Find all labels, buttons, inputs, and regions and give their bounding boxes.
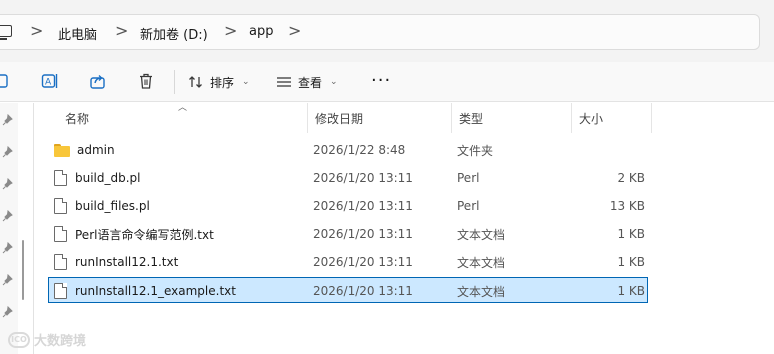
file-row[interactable]: Perl语言命令编写范例.txt 2026/1/20 13:11 文本文档 1 KB [48, 221, 648, 247]
sort-button[interactable]: 排序 ⌄ [188, 71, 250, 93]
this-pc-icon[interactable] [0, 25, 12, 40]
file-date-modified: 2026/1/20 13:11 [313, 227, 413, 241]
file-row-selected[interactable]: runInstall12.1_example.txt 2026/1/20 13:1… [48, 277, 648, 303]
address-bar-area: > 此电脑 > 新加卷 (D:) > app > [0, 0, 774, 62]
file-name: runInstall12.1.txt [75, 255, 179, 269]
column-header: ︿ 名称 修改日期 类型 大小 [48, 103, 652, 133]
file-name: runInstall12.1_example.txt [75, 284, 236, 298]
breadcrumb-separator-icon[interactable]: > [288, 21, 301, 40]
file-date-modified: 2026/1/20 13:11 [313, 199, 413, 213]
file-size: 13 KB [609, 199, 645, 213]
chevron-down-icon: ⌄ [330, 77, 338, 87]
file-name-cell[interactable]: build_db.pl [54, 165, 304, 191]
file-icon [54, 283, 67, 299]
folder-icon [54, 143, 70, 157]
file-date-modified: 2026/1/20 13:11 [313, 284, 413, 298]
file-row[interactable]: runInstall12.1.txt 2026/1/20 13:11 文本文档 1 K… [48, 249, 648, 275]
file-name: admin [77, 143, 115, 157]
file-name-cell[interactable]: runInstall12.1_example.txt [54, 278, 304, 304]
file-size: 2 KB [617, 171, 645, 185]
pin-icon[interactable] [2, 146, 14, 158]
file-size [573, 137, 645, 163]
breadcrumb-separator-icon[interactable]: > [30, 21, 43, 40]
breadcrumb-separator-icon[interactable]: > [115, 21, 128, 40]
navigation-pane [0, 103, 18, 354]
file-name-cell[interactable]: runInstall12.1.txt [54, 249, 304, 275]
file-date-modified: 2026/1/22 8:48 [313, 143, 406, 157]
column-type[interactable]: 类型 [452, 103, 572, 133]
breadcrumb-separator-icon[interactable]: > [224, 21, 237, 40]
chevron-down-icon: ⌄ [242, 77, 250, 87]
sort-label: 排序 [210, 75, 235, 90]
pin-icon[interactable] [2, 274, 14, 286]
file-type: Perl [457, 199, 480, 213]
toolbar-divider [174, 70, 175, 94]
watermark-logo: ICO [8, 331, 30, 348]
share-icon[interactable] [89, 72, 107, 90]
file-name: build_files.pl [75, 199, 150, 213]
delete-icon[interactable] [137, 72, 155, 90]
file-icon [54, 254, 67, 270]
file-name: build_db.pl [75, 171, 141, 185]
address-bar[interactable]: > 此电脑 > 新加卷 (D:) > app > [0, 14, 760, 50]
file-icon [54, 226, 67, 242]
column-name[interactable]: 名称 [58, 103, 308, 133]
file-date-modified: 2026/1/20 13:11 [313, 255, 413, 269]
file-name: Perl语言命令编写范例.txt [75, 227, 214, 242]
file-row[interactable]: build_db.pl 2026/1/20 13:11 Perl 2 KB [48, 165, 648, 191]
watermark-text: 大数跨境 [34, 334, 87, 349]
column-size[interactable]: 大小 [572, 103, 652, 133]
file-name-cell[interactable]: admin [54, 137, 304, 163]
file-row[interactable]: admin 2026/1/22 8:48 文件夹 [48, 137, 648, 163]
copy-icon[interactable] [0, 72, 12, 90]
breadcrumb-this-pc[interactable]: 此电脑 [58, 24, 97, 43]
file-type: 文件夹 [457, 143, 494, 158]
column-date-modified[interactable]: 修改日期 [308, 103, 452, 133]
file-type: 文本文档 [457, 284, 506, 299]
file-row[interactable]: build_files.pl 2026/1/20 13:11 Perl 13 KB [48, 193, 648, 219]
more-options-icon[interactable]: ··· [371, 70, 391, 91]
pane-separator [33, 103, 34, 354]
file-type: Perl [457, 171, 480, 185]
breadcrumb-app[interactable]: app [249, 24, 273, 39]
view-button[interactable]: 查看 ⌄ [276, 71, 338, 93]
pin-icon[interactable] [2, 306, 14, 318]
breadcrumb-drive-d[interactable]: 新加卷 (D:) [140, 24, 208, 43]
file-name-cell[interactable]: Perl语言命令编写范例.txt [54, 221, 304, 247]
pin-icon[interactable] [2, 210, 14, 222]
watermark: ICO 大数跨境 [8, 330, 86, 349]
pin-icon[interactable] [2, 178, 14, 190]
command-bar: A 排序 ⌄ 查看 ⌄ ··· [0, 62, 774, 102]
sort-icon [189, 76, 202, 88]
file-size: 1 KB [617, 284, 645, 298]
file-icon [54, 198, 67, 214]
pin-icon[interactable] [2, 114, 14, 126]
pane-resize-handle[interactable] [22, 240, 24, 300]
rename-icon[interactable]: A [41, 72, 59, 90]
view-label: 查看 [298, 75, 323, 90]
file-type: 文本文档 [457, 227, 506, 242]
file-size: 1 KB [617, 255, 645, 269]
pin-icon[interactable] [2, 242, 14, 254]
file-type: 文本文档 [457, 255, 506, 270]
view-icon [277, 77, 291, 87]
file-icon [54, 170, 67, 186]
file-name-cell[interactable]: build_files.pl [54, 193, 304, 219]
file-date-modified: 2026/1/20 13:11 [313, 171, 413, 185]
svg-text:A: A [45, 78, 52, 88]
file-size: 1 KB [617, 227, 645, 241]
